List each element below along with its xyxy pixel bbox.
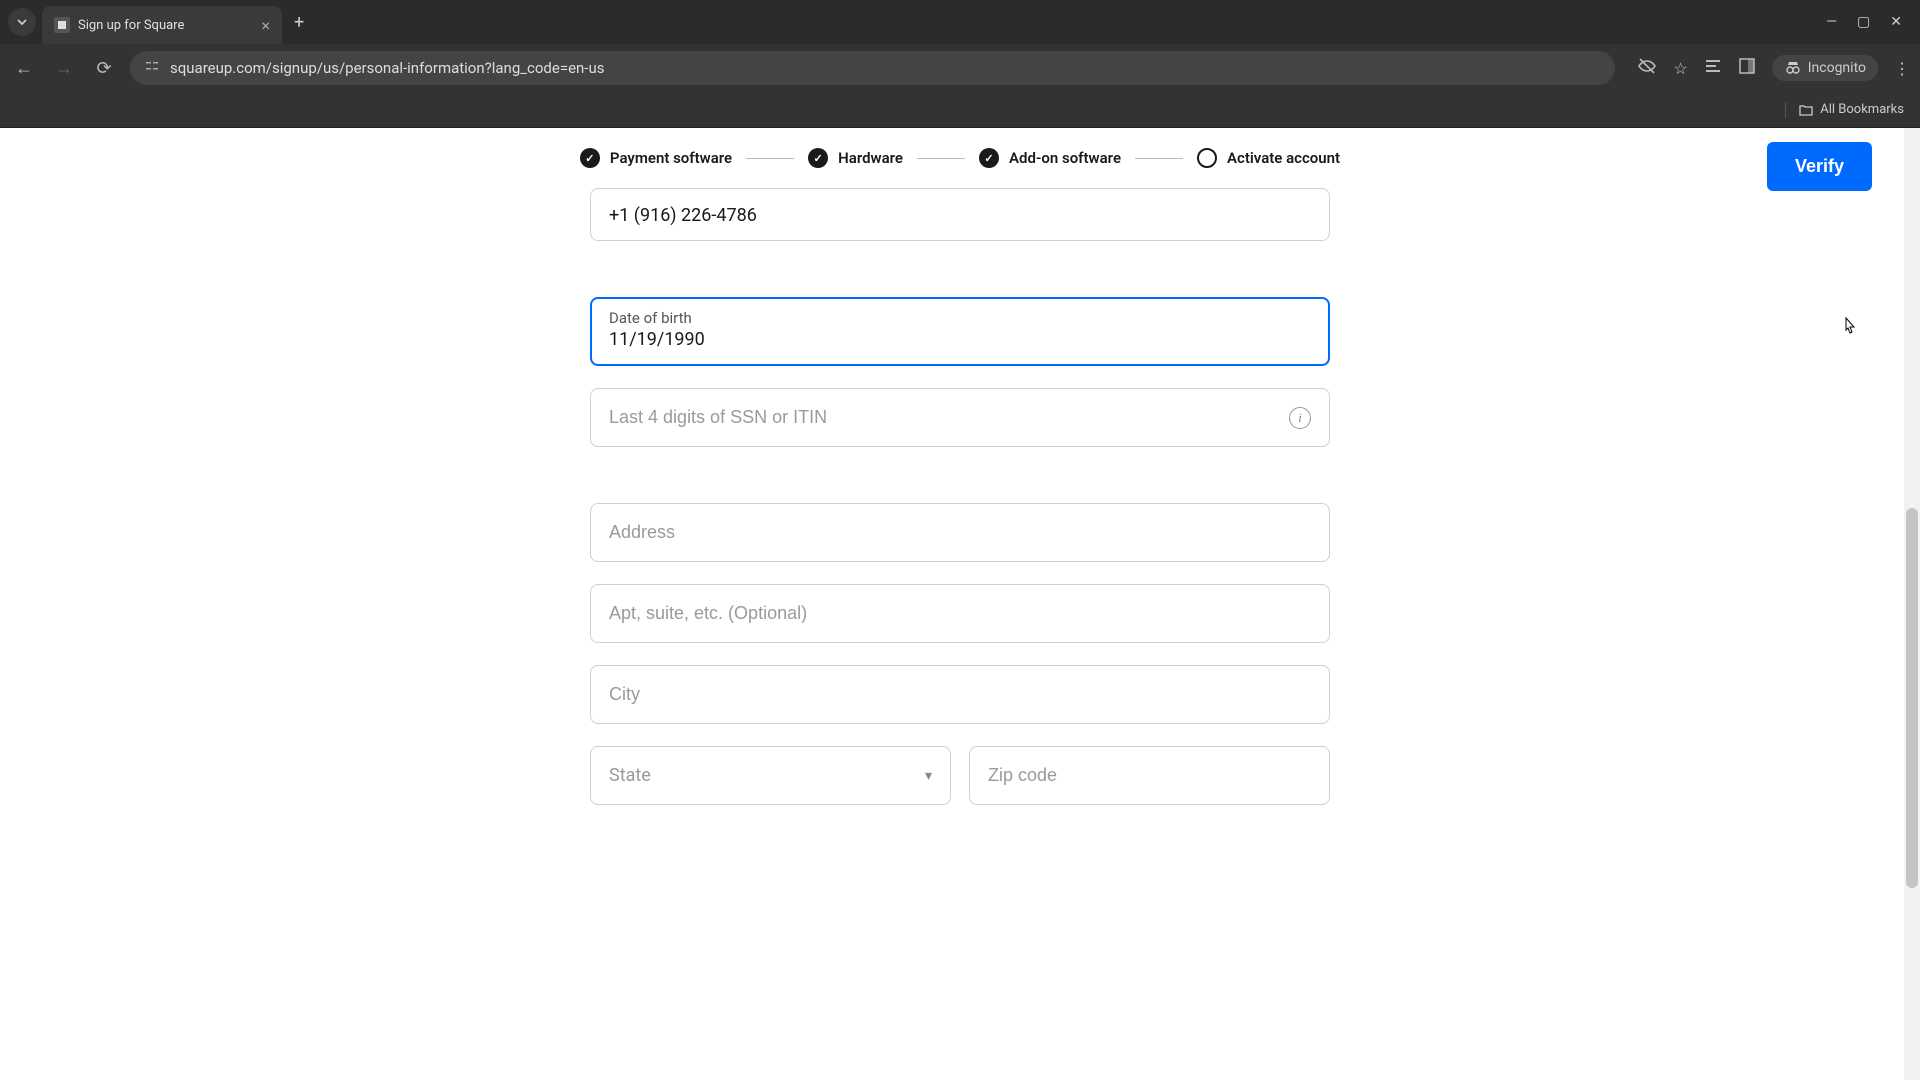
all-bookmarks-label: All Bookmarks — [1820, 102, 1904, 117]
side-panel-icon[interactable] — [1738, 57, 1756, 79]
all-bookmarks-button[interactable]: All Bookmarks — [1785, 102, 1904, 118]
minimize-icon[interactable]: — — [1826, 14, 1837, 30]
close-window-icon[interactable]: ✕ — [1890, 14, 1902, 30]
address-field[interactable] — [590, 503, 1330, 562]
info-icon[interactable]: i — [1289, 407, 1311, 429]
window-controls: — ▢ ✕ — [1826, 14, 1912, 30]
step-label: Add-on software — [1009, 149, 1121, 167]
folder-icon — [1798, 102, 1814, 118]
dob-label: Date of birth — [609, 309, 1311, 327]
state-select[interactable]: State ▾ — [590, 746, 951, 805]
city-field[interactable] — [590, 665, 1330, 724]
chevron-down-icon: ▾ — [925, 768, 932, 784]
reader-icon[interactable] — [1704, 57, 1722, 79]
step-connector — [917, 158, 965, 159]
bookmark-star-icon[interactable]: ☆ — [1673, 59, 1687, 78]
address-input[interactable] — [609, 522, 1311, 543]
forward-button[interactable]: → — [50, 58, 78, 79]
step-label: Payment software — [610, 149, 732, 167]
browser-menu-icon[interactable]: ⋮ — [1894, 59, 1910, 78]
step-hardware: ✓ Hardware — [808, 148, 903, 168]
tab-close-icon[interactable]: × — [261, 16, 270, 35]
state-placeholder: State — [609, 765, 651, 786]
back-button[interactable]: ← — [10, 58, 38, 79]
signup-form: +1 (916) 226-4786 Date of birth 11/19/19… — [590, 178, 1330, 827]
page-content: ✓ Payment software ✓ Hardware ✓ Add-on s… — [0, 128, 1920, 1080]
dob-value: 11/19/1990 — [609, 329, 1311, 350]
scrollbar-track[interactable] — [1904, 128, 1920, 1080]
step-label: Hardware — [838, 149, 903, 167]
bookmarks-bar: All Bookmarks — [0, 92, 1920, 128]
check-icon: ✓ — [580, 148, 600, 168]
dob-field[interactable]: Date of birth 11/19/1990 — [590, 297, 1330, 366]
city-input[interactable] — [609, 684, 1311, 705]
ssn-input[interactable] — [609, 407, 1311, 428]
browser-toolbar: ← → ⟳ squareup.com/signup/us/personal-in… — [0, 44, 1920, 92]
tab-search-dropdown[interactable] — [8, 8, 36, 36]
maximize-icon[interactable]: ▢ — [1857, 14, 1870, 30]
incognito-icon — [1784, 59, 1802, 77]
step-connector — [1135, 158, 1183, 159]
tab-title: Sign up for Square — [78, 18, 184, 33]
browser-tab[interactable]: Sign up for Square × — [42, 6, 282, 44]
url-text: squareup.com/signup/us/personal-informat… — [170, 59, 604, 77]
step-connector — [746, 158, 794, 159]
eye-off-icon[interactable] — [1637, 56, 1657, 80]
phone-field[interactable]: +1 (916) 226-4786 — [590, 188, 1330, 241]
chevron-down-icon — [16, 16, 28, 28]
step-activate-account: Activate account — [1197, 148, 1340, 168]
scrollbar-thumb[interactable] — [1906, 508, 1918, 888]
progress-stepper: ✓ Payment software ✓ Hardware ✓ Add-on s… — [0, 128, 1920, 178]
phone-value: +1 (916) 226-4786 — [609, 205, 1311, 226]
ssn-field[interactable]: i — [590, 388, 1330, 447]
incognito-badge[interactable]: Incognito — [1772, 55, 1878, 81]
zip-input[interactable] — [988, 765, 1311, 786]
reload-button[interactable]: ⟳ — [90, 58, 118, 79]
tab-favicon-icon — [54, 17, 70, 33]
check-icon: ✓ — [979, 148, 999, 168]
check-icon: ✓ — [808, 148, 828, 168]
new-tab-button[interactable]: + — [294, 12, 304, 33]
browser-tab-strip: Sign up for Square × + — ▢ ✕ — [0, 0, 1920, 44]
verify-button[interactable]: Verify — [1767, 142, 1872, 191]
circle-empty-icon — [1197, 148, 1217, 168]
step-addon-software: ✓ Add-on software — [979, 148, 1121, 168]
apt-input[interactable] — [609, 603, 1311, 624]
incognito-label: Incognito — [1808, 60, 1866, 76]
site-settings-icon[interactable] — [144, 58, 160, 78]
step-label: Activate account — [1227, 149, 1340, 167]
address-bar[interactable]: squareup.com/signup/us/personal-informat… — [130, 51, 1615, 85]
apt-field[interactable] — [590, 584, 1330, 643]
zip-field[interactable] — [969, 746, 1330, 805]
step-payment-software: ✓ Payment software — [580, 148, 732, 168]
cursor-pointer-icon — [1838, 316, 1860, 342]
